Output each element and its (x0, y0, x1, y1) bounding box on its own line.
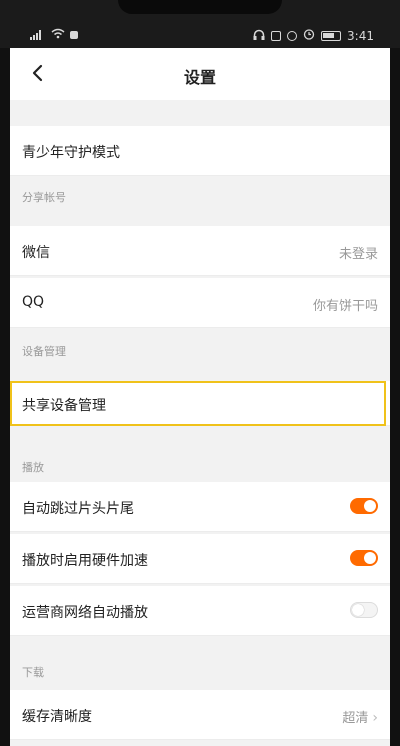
carrier-autoplay-row: 运营商网络自动播放 (10, 586, 390, 636)
youth-mode-label: 青少年守护模式 (22, 145, 120, 161)
skip-intro-label: 自动跳过片头片尾 (22, 501, 134, 517)
wifi-icon (51, 28, 65, 42)
notification-icon (70, 31, 78, 39)
cache-quality-row[interactable]: 缓存清晰度 超清 › (10, 690, 390, 740)
skip-intro-row: 自动跳过片头片尾 (10, 482, 390, 532)
settings-screen: 设置 青少年守护模式 分享帐号 微信 未登录 QQ 你有饼干吗 设备管理 共享设… (10, 48, 390, 746)
cache-quality-label: 缓存清晰度 (22, 709, 92, 725)
battery-icon (321, 30, 342, 41)
skip-intro-toggle[interactable] (350, 498, 378, 514)
wechat-status: 未登录 (338, 247, 378, 262)
device-manage-section: 设备管理 (10, 330, 390, 364)
hw-accel-label: 播放时启用硬件加速 (22, 553, 148, 569)
download-title: 下载 (22, 666, 44, 679)
cache-quality-text: 超清 (342, 711, 369, 726)
hw-accel-toggle[interactable] (350, 550, 378, 566)
hd-icon (271, 30, 282, 41)
share-account-title: 分享帐号 (22, 191, 66, 204)
carrier-autoplay-label: 运营商网络自动播放 (22, 605, 148, 621)
signal-icon (30, 30, 46, 40)
playback-section: 播放 (10, 426, 390, 476)
status-time: 3:41 (347, 28, 374, 43)
shared-device-row[interactable]: 共享设备管理 (10, 381, 390, 426)
toggle-knob (364, 500, 376, 512)
wechat-label: 微信 (22, 245, 50, 261)
toggle-knob (364, 552, 376, 564)
cache-quality-value: 超清 › (342, 707, 378, 726)
alarm-icon (303, 28, 315, 43)
qq-row[interactable]: QQ 你有饼干吗 (10, 278, 390, 328)
status-left (30, 28, 78, 42)
youth-mode-row[interactable]: 青少年守护模式 (10, 126, 390, 176)
hw-accel-row: 播放时启用硬件加速 (10, 534, 390, 584)
nav-bar: 设置 (10, 48, 390, 100)
download-section: 下载 (10, 638, 390, 688)
page-title: 设置 (183, 68, 216, 87)
chevron-right-icon: › (372, 710, 378, 726)
qq-nickname: 你有饼干吗 (312, 299, 378, 314)
vibrate-icon (287, 30, 298, 41)
status-right: 3:41 (253, 28, 374, 43)
toggle-knob (352, 604, 364, 616)
camera-notch (118, 0, 282, 14)
shared-device-label: 共享设备管理 (22, 398, 106, 414)
playback-title: 播放 (22, 461, 44, 474)
device-manage-title: 设备管理 (22, 345, 66, 358)
carrier-autoplay-toggle[interactable] (350, 602, 378, 618)
qq-label: QQ (22, 294, 45, 310)
headset-icon (253, 29, 265, 43)
share-account-section: 分享帐号 (10, 176, 390, 210)
wechat-row[interactable]: 微信 未登录 (10, 226, 390, 276)
